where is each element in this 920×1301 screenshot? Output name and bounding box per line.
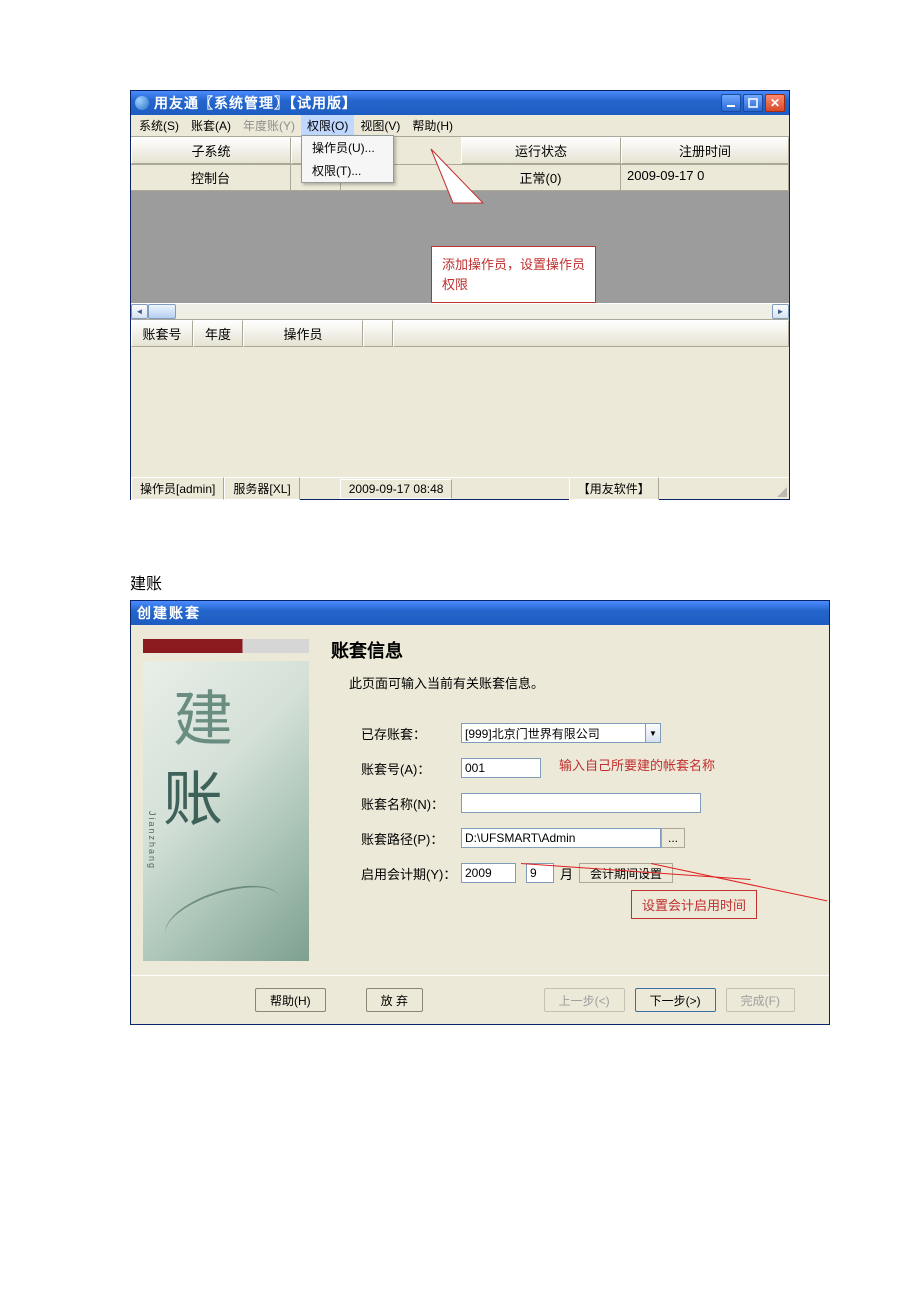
decor-bar (143, 639, 309, 653)
system-admin-window: 用友通〖系统管理〗【试用版】 ✕ 系统(S) 账套(A) 年度账(Y) 权限(O… (130, 90, 790, 500)
scroll-right-button[interactable]: ► (772, 304, 789, 319)
scroll-left-button[interactable]: ◄ (131, 304, 148, 319)
wizard-heading: 账套信息 (331, 637, 811, 663)
menu-account[interactable]: 账套(A) (185, 115, 237, 136)
resize-grip-icon[interactable] (775, 481, 789, 497)
label-path: 账套路径(P)： (361, 829, 461, 848)
upper-grid-body: 添加操作员，设置操作员权限 (131, 191, 789, 303)
close-button[interactable]: ✕ (765, 94, 785, 112)
statusbar: 操作员[admin] 服务器[XL] 2009-09-17 08:48 【用友软… (131, 477, 789, 499)
col2-blank[interactable] (363, 320, 393, 347)
menubar: 系统(S) 账套(A) 年度账(Y) 权限(O) 操作员(U)... 权限(T)… (131, 115, 789, 137)
menu-auth[interactable]: 权限(O) 操作员(U)... 权限(T)... (301, 115, 354, 136)
menu-auth-label: 权限(O) (307, 119, 348, 133)
existing-account-input[interactable] (461, 723, 645, 743)
note-period: 设置会计启用时间 (631, 890, 757, 919)
horizontal-scrollbar[interactable]: ◄ ► (131, 303, 789, 320)
status-operator: 操作员[admin] (131, 477, 224, 500)
create-account-window: 创建账套 建 账 Jianzhang 账套信息 此页面可输入当前有关账套信息。 … (130, 600, 830, 1025)
combo-dropdown-button[interactable]: ▼ (645, 723, 661, 743)
menu-help[interactable]: 帮助(H) (406, 115, 459, 136)
minimize-button[interactable] (721, 94, 741, 112)
wizard-form-panel: 账套信息 此页面可输入当前有关账套信息。 已存账套： ▼ 账套号(A)： 输入自… (321, 625, 829, 975)
decor-han1: 建 (173, 671, 233, 758)
help-button[interactable]: 帮助(H) (255, 988, 326, 1012)
status-server: 服务器[XL] (224, 477, 299, 500)
col2-acct[interactable]: 账套号 (131, 320, 193, 347)
cell-time: 2009-09-17 0 (621, 165, 789, 190)
finish-button: 完成(F) (726, 988, 795, 1012)
decor-han2: 账 (163, 751, 223, 838)
label-period: 启用会计期(Y)： (361, 864, 461, 883)
callout-box: 添加操作员，设置操作员权限 (431, 246, 596, 303)
wizard-subheading: 此页面可输入当前有关账套信息。 (349, 673, 811, 692)
section-label: 建账 (130, 570, 790, 594)
col2-op[interactable]: 操作员 (243, 320, 363, 347)
status-brand: 【用友软件】 (569, 477, 659, 500)
decor-swash-icon (158, 874, 288, 959)
next-button[interactable]: 下一步(>) (635, 988, 716, 1012)
dropdown-permission[interactable]: 权限(T)... (302, 159, 393, 182)
cell-console: 控制台 (131, 165, 291, 190)
col2-year[interactable]: 年度 (193, 320, 243, 347)
lower-grid-header: 账套号 年度 操作员 (131, 320, 789, 347)
dropdown-operator[interactable]: 操作员(U)... (302, 136, 393, 159)
scroll-thumb[interactable] (148, 304, 176, 319)
col2-rest[interactable] (393, 320, 789, 347)
combo-existing-account[interactable]: ▼ (461, 723, 661, 743)
cancel-button[interactable]: 放 弃 (366, 988, 423, 1012)
label-num: 账套号(A)： (361, 759, 461, 778)
callout-tail-icon (423, 141, 533, 251)
account-path-input[interactable] (461, 828, 661, 848)
lower-grid-body (131, 347, 789, 477)
wizard-title: 创建账套 (137, 603, 201, 623)
menu-system[interactable]: 系统(S) (133, 115, 185, 136)
app-icon (135, 96, 149, 110)
maximize-button[interactable] (743, 94, 763, 112)
menu-year[interactable]: 年度账(Y) (237, 115, 301, 136)
col-subsystem[interactable]: 子系统 (131, 137, 291, 164)
label-name: 账套名称(N)： (361, 794, 461, 813)
col-regtime[interactable]: 注册时间 (621, 137, 789, 164)
wizard-titlebar[interactable]: 创建账套 (131, 601, 829, 625)
browse-button[interactable]: ... (661, 828, 685, 848)
prev-button: 上一步(<) (544, 988, 625, 1012)
account-name-input[interactable] (461, 793, 701, 813)
wizard-footer: 帮助(H) 放 弃 上一步(<) 下一步(>) 完成(F) (131, 975, 829, 1024)
note-name: 输入自己所要建的帐套名称 (559, 755, 715, 774)
status-time: 2009-09-17 08:48 (340, 479, 453, 499)
account-number-input[interactable] (461, 758, 541, 778)
scroll-track[interactable] (148, 304, 772, 319)
titlebar[interactable]: 用友通〖系统管理〗【试用版】 ✕ (131, 91, 789, 115)
decor-image: 建 账 Jianzhang (143, 661, 309, 961)
wizard-side-panel: 建 账 Jianzhang (131, 625, 321, 975)
window-title: 用友通〖系统管理〗【试用版】 (154, 93, 721, 113)
label-exist: 已存账套： (361, 724, 461, 743)
period-year-input[interactable] (461, 863, 516, 883)
auth-dropdown: 操作员(U)... 权限(T)... (301, 135, 394, 183)
menu-view[interactable]: 视图(V) (354, 115, 406, 136)
decor-pinyin: Jianzhang (147, 811, 157, 870)
